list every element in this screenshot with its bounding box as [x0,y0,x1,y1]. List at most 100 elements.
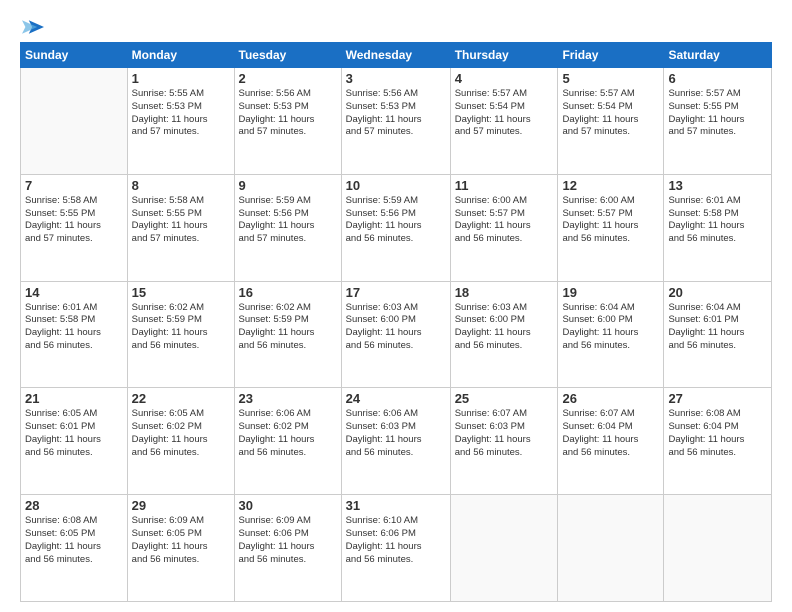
day-info: Sunrise: 6:00 AM Sunset: 5:57 PM Dayligh… [562,195,659,246]
day-info: Sunrise: 6:06 AM Sunset: 6:02 PM Dayligh… [239,408,337,459]
calendar-cell: 11Sunrise: 6:00 AM Sunset: 5:57 PM Dayli… [450,174,558,281]
calendar-cell: 14 Sunrise: 6:01 AM Sunset: 5:58 PM Dayli… [21,281,128,388]
day-info: Sunrise: 5:57 AM Sunset: 5:54 PM Dayligh… [562,88,659,139]
day-number: 8 [132,178,230,193]
day-info: Sunrise: 6:04 AM Sunset: 6:00 PM Dayligh… [562,302,659,353]
calendar-cell: 8 Sunrise: 5:58 AM Sunset: 5:55 PM Daylig… [127,174,234,281]
day-number: 5 [562,71,659,86]
calendar-cell [21,68,128,175]
day-info: Sunrise: 5:58 AM Sunset: 5:55 PM Dayligh… [25,195,123,246]
day-number: 31 [346,498,446,513]
calendar-cell: 6Sunrise: 5:57 AM Sunset: 5:55 PM Daylig… [664,68,772,175]
day-info: Sunrise: 5:58 AM Sunset: 5:55 PM Dayligh… [132,195,230,246]
calendar-cell: 17 Sunrise: 6:03 AM Sunset: 6:00 PM Dayli… [341,281,450,388]
day-number: 13 [668,178,767,193]
day-number: 23 [239,391,337,406]
logo [20,18,44,32]
calendar-cell [558,495,664,602]
calendar-cell: 1Sunrise: 5:55 AM Sunset: 5:53 PM Daylig… [127,68,234,175]
day-info: Sunrise: 6:01 AM Sunset: 5:58 PM Dayligh… [668,195,767,246]
day-info: Sunrise: 5:57 AM Sunset: 5:54 PM Dayligh… [455,88,554,139]
calendar-cell: 16 Sunrise: 6:02 AM Sunset: 5:59 PM Dayli… [234,281,341,388]
calendar-cell [664,495,772,602]
day-info: Sunrise: 5:59 AM Sunset: 5:56 PM Dayligh… [346,195,446,246]
day-number: 15 [132,285,230,300]
day-number: 14 [25,285,123,300]
day-number: 9 [239,178,337,193]
calendar-table: SundayMondayTuesdayWednesdayThursdayFrid… [20,42,772,602]
day-number: 4 [455,71,554,86]
calendar-cell: 22 Sunrise: 6:05 AM Sunset: 6:02 PM Dayli… [127,388,234,495]
day-number: 19 [562,285,659,300]
day-info: Sunrise: 6:08 AM Sunset: 6:04 PM Dayligh… [668,408,767,459]
day-number: 27 [668,391,767,406]
day-number: 6 [668,71,767,86]
day-number: 10 [346,178,446,193]
calendar-cell [450,495,558,602]
page: SundayMondayTuesdayWednesdayThursdayFrid… [0,0,792,612]
calendar-cell: 30 Sunrise: 6:09 AM Sunset: 6:06 PM Dayli… [234,495,341,602]
day-number: 24 [346,391,446,406]
weekday-header-sunday: Sunday [21,43,128,68]
weekday-header-wednesday: Wednesday [341,43,450,68]
day-number: 17 [346,285,446,300]
day-number: 1 [132,71,230,86]
day-info: Sunrise: 6:02 AM Sunset: 5:59 PM Dayligh… [239,302,337,353]
day-number: 21 [25,391,123,406]
calendar-cell: 4 Sunrise: 5:57 AM Sunset: 5:54 PM Daylig… [450,68,558,175]
calendar-cell: 28 Sunrise: 6:08 AM Sunset: 6:05 PM Dayli… [21,495,128,602]
day-number: 29 [132,498,230,513]
day-number: 16 [239,285,337,300]
calendar-cell: 9 Sunrise: 5:59 AM Sunset: 5:56 PM Daylig… [234,174,341,281]
calendar-cell: 27 Sunrise: 6:08 AM Sunset: 6:04 PM Dayli… [664,388,772,495]
day-info: Sunrise: 6:10 AM Sunset: 6:06 PM Dayligh… [346,515,446,566]
calendar-cell: 15 Sunrise: 6:02 AM Sunset: 5:59 PM Dayli… [127,281,234,388]
weekday-header-row: SundayMondayTuesdayWednesdayThursdayFrid… [21,43,772,68]
day-number: 30 [239,498,337,513]
day-number: 12 [562,178,659,193]
day-number: 18 [455,285,554,300]
calendar-cell: 2 Sunrise: 5:56 AM Sunset: 5:53 PM Daylig… [234,68,341,175]
day-number: 28 [25,498,123,513]
day-info: Sunrise: 5:56 AM Sunset: 5:53 PM Dayligh… [239,88,337,139]
weekday-header-monday: Monday [127,43,234,68]
logo-icon [22,18,44,36]
calendar-cell: 25Sunrise: 6:07 AM Sunset: 6:03 PM Dayli… [450,388,558,495]
day-info: Sunrise: 6:07 AM Sunset: 6:04 PM Dayligh… [562,408,659,459]
calendar-cell: 5 Sunrise: 5:57 AM Sunset: 5:54 PM Daylig… [558,68,664,175]
day-info: Sunrise: 6:03 AM Sunset: 6:00 PM Dayligh… [346,302,446,353]
calendar-cell: 24Sunrise: 6:06 AM Sunset: 6:03 PM Dayli… [341,388,450,495]
day-info: Sunrise: 6:08 AM Sunset: 6:05 PM Dayligh… [25,515,123,566]
calendar-week-row: 1Sunrise: 5:55 AM Sunset: 5:53 PM Daylig… [21,68,772,175]
calendar-cell: 23 Sunrise: 6:06 AM Sunset: 6:02 PM Dayli… [234,388,341,495]
day-number: 7 [25,178,123,193]
day-number: 26 [562,391,659,406]
calendar-cell: 12 Sunrise: 6:00 AM Sunset: 5:57 PM Dayli… [558,174,664,281]
day-number: 3 [346,71,446,86]
day-info: Sunrise: 6:04 AM Sunset: 6:01 PM Dayligh… [668,302,767,353]
day-number: 11 [455,178,554,193]
weekday-header-thursday: Thursday [450,43,558,68]
calendar-week-row: 14 Sunrise: 6:01 AM Sunset: 5:58 PM Dayli… [21,281,772,388]
day-number: 22 [132,391,230,406]
calendar-cell: 31 Sunrise: 6:10 AM Sunset: 6:06 PM Dayli… [341,495,450,602]
weekday-header-friday: Friday [558,43,664,68]
day-info: Sunrise: 6:09 AM Sunset: 6:06 PM Dayligh… [239,515,337,566]
calendar-cell: 20 Sunrise: 6:04 AM Sunset: 6:01 PM Dayli… [664,281,772,388]
day-info: Sunrise: 6:07 AM Sunset: 6:03 PM Dayligh… [455,408,554,459]
calendar-cell: 18 Sunrise: 6:03 AM Sunset: 6:00 PM Dayli… [450,281,558,388]
weekday-header-saturday: Saturday [664,43,772,68]
day-info: Sunrise: 6:05 AM Sunset: 6:01 PM Dayligh… [25,408,123,459]
day-number: 20 [668,285,767,300]
day-info: Sunrise: 6:01 AM Sunset: 5:58 PM Dayligh… [25,302,123,353]
calendar-cell: 13 Sunrise: 6:01 AM Sunset: 5:58 PM Dayli… [664,174,772,281]
day-info: Sunrise: 6:02 AM Sunset: 5:59 PM Dayligh… [132,302,230,353]
day-info: Sunrise: 6:03 AM Sunset: 6:00 PM Dayligh… [455,302,554,353]
weekday-header-tuesday: Tuesday [234,43,341,68]
day-number: 2 [239,71,337,86]
day-info: Sunrise: 5:56 AM Sunset: 5:53 PM Dayligh… [346,88,446,139]
calendar-cell: 29Sunrise: 6:09 AM Sunset: 6:05 PM Dayli… [127,495,234,602]
day-info: Sunrise: 5:59 AM Sunset: 5:56 PM Dayligh… [239,195,337,246]
day-info: Sunrise: 6:05 AM Sunset: 6:02 PM Dayligh… [132,408,230,459]
calendar-week-row: 21 Sunrise: 6:05 AM Sunset: 6:01 PM Dayli… [21,388,772,495]
